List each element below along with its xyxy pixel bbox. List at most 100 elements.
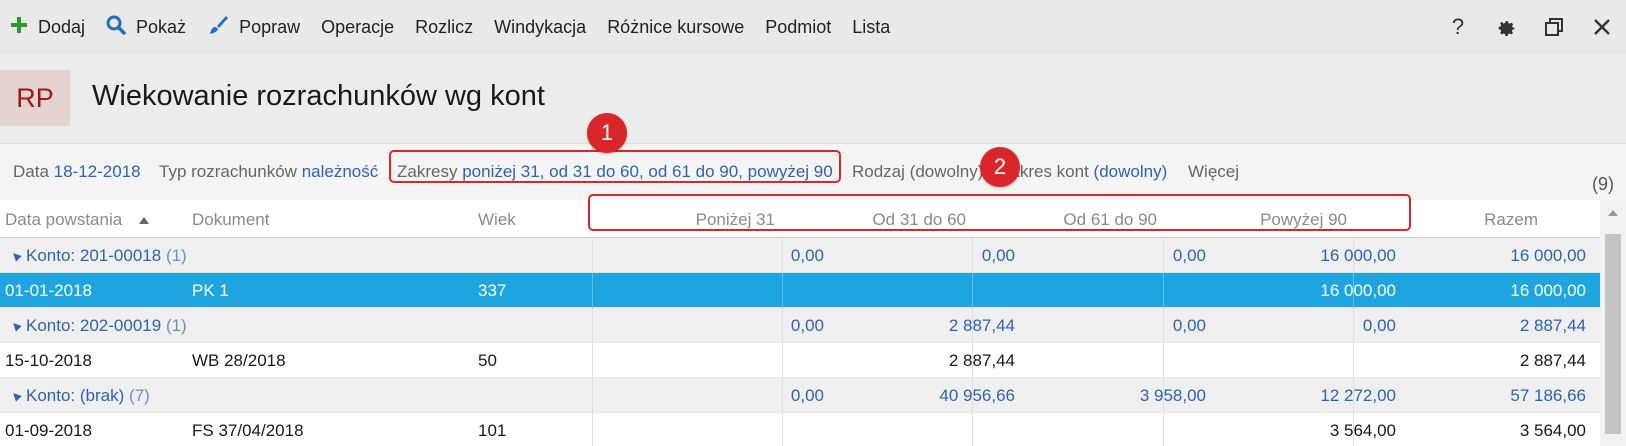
annotation-marker-2: 2: [980, 147, 1020, 187]
filter-settlement-type-value: należność: [301, 162, 379, 181]
group-count: (1): [165, 316, 187, 335]
filter-ranges[interactable]: Zakresy poniżej 31, od 31 do 60, od 61 d…: [397, 162, 833, 182]
column-divider: [592, 308, 593, 343]
group-account-number: 202-00019: [79, 316, 162, 335]
edit-button-label: Popraw: [239, 16, 301, 37]
column-divider: [1163, 343, 1164, 378]
filter-date[interactable]: Data 18-12-2018: [13, 162, 141, 182]
column-divider: [782, 308, 783, 343]
group-row[interactable]: Konto: (brak) (7) 0,00 40 956,66 3 958,00 12…: [0, 378, 1600, 413]
vertical-scrollbar[interactable]: [1600, 200, 1626, 446]
group-row[interactable]: Konto: 202-00019 (1) 0,00 2 887,44 0,00 0,00…: [0, 308, 1600, 343]
table-row[interactable]: 01-09-2018 FS 37/04/2018 101 3 564,00 3 564,…: [0, 413, 1600, 446]
scroll-up-icon[interactable]: [1608, 210, 1618, 216]
col-above-90[interactable]: Powyżej 90: [1260, 210, 1347, 230]
collapse-triangle-icon[interactable]: [10, 250, 22, 262]
filter-settlement-type[interactable]: Typ rozrachunków należność: [159, 162, 378, 182]
cell-p31: 0,00: [790, 246, 824, 265]
col-61-90[interactable]: Od 61 do 90: [1063, 210, 1157, 230]
group-label[interactable]: Konto: 201-00018 (1): [0, 246, 187, 266]
col-age[interactable]: Wiek: [478, 210, 516, 230]
cell-pow90: 16 000,00: [1320, 246, 1396, 265]
page-header: RP Wiekowanie rozrachunków wg kont: [0, 54, 1626, 144]
col-total[interactable]: Razem: [1484, 210, 1538, 230]
collapse-triangle-icon[interactable]: [10, 390, 22, 402]
filter-settlement-type-label: Typ rozrachunków: [159, 162, 297, 181]
col-below-31[interactable]: Poniżej 31: [696, 210, 775, 230]
cell-p90: 3 958,00: [1139, 386, 1206, 405]
cell-date: 15-10-2018: [5, 351, 92, 370]
show-button[interactable]: Pokaż: [106, 0, 186, 54]
filter-date-label: Data: [13, 162, 49, 181]
cell-razem: 3 564,00: [1519, 421, 1586, 440]
search-icon: [106, 15, 126, 40]
group-label[interactable]: Konto: 202-00019 (1): [0, 316, 187, 336]
group-row[interactable]: Konto: 201-00018 (1) 0,00 0,00 0,00 16 000,0…: [0, 238, 1600, 273]
scroll-thumb[interactable]: [1605, 234, 1621, 434]
help-button[interactable]: ?: [1434, 0, 1482, 54]
table-row[interactable]: 15-10-2018 WB 28/2018 50 2 887,44 2 887,44: [0, 343, 1600, 378]
settings-button[interactable]: [1482, 0, 1530, 54]
help-icon: ?: [1451, 14, 1465, 39]
column-divider: [592, 378, 593, 413]
cell-p60: 2 887,44: [948, 316, 1015, 335]
col-date[interactable]: Data powstania: [5, 210, 149, 230]
filter-account-range-value: (dowolny): [1093, 162, 1168, 181]
group-account-caption: Konto:: [26, 316, 76, 335]
sort-ascending-icon: [138, 217, 149, 224]
col-document[interactable]: Dokument: [192, 210, 269, 230]
show-button-label: Pokaż: [136, 16, 187, 37]
cell-p31: 0,00: [790, 316, 824, 335]
column-divider: [782, 343, 783, 378]
collapse-triangle-icon[interactable]: [10, 320, 22, 332]
list-menu[interactable]: Lista: [852, 0, 890, 54]
filter-kind[interactable]: Rodzaj (dowolny): [852, 162, 983, 182]
brush-icon: [207, 14, 229, 41]
column-divider: [782, 238, 783, 273]
group-account-caption: Konto:: [26, 386, 76, 405]
filter-kind-label: Rodzaj: [852, 162, 905, 181]
cell-document: FS 37/04/2018: [192, 421, 304, 440]
filter-date-value: 18-12-2018: [53, 162, 141, 181]
operations-menu[interactable]: Operacje: [321, 0, 394, 54]
annotation-marker-1: 1: [587, 113, 627, 153]
group-count: (1): [165, 246, 187, 265]
settle-menu[interactable]: Rozlicz: [415, 0, 473, 54]
entity-menu[interactable]: Podmiot: [765, 0, 831, 54]
column-divider: [592, 343, 593, 378]
close-button[interactable]: [1578, 0, 1626, 54]
add-button[interactable]: Dodaj: [10, 0, 85, 54]
cell-pow90: 0,00: [1362, 316, 1396, 335]
column-divider: [782, 273, 783, 308]
column-divider: [592, 273, 593, 308]
col-date-label: Data powstania: [5, 210, 123, 229]
column-divider: [592, 238, 593, 273]
filter-ranges-value: poniżej 31, od 31 do 60, od 61 do 90, po…: [462, 162, 833, 181]
cell-pow90: 16 000,00: [1320, 281, 1396, 300]
column-divider: [1163, 308, 1164, 343]
cell-p90: 0,00: [1172, 246, 1206, 265]
collection-menu[interactable]: Windykacja: [494, 0, 586, 54]
cell-pow90: 3 564,00: [1329, 421, 1396, 440]
restore-window-button[interactable]: [1530, 0, 1578, 54]
col-31-60[interactable]: Od 31 do 60: [872, 210, 966, 230]
cell-p60: 40 956,66: [939, 386, 1015, 405]
table-row[interactable]: 01-01-2018 PK 1 337 16 000,00 16 000,00: [0, 273, 1600, 308]
cell-razem: 2 887,44: [1519, 316, 1586, 335]
filter-account-range[interactable]: Zakres kont (dowolny): [1000, 162, 1167, 182]
cell-p90: 0,00: [1172, 316, 1206, 335]
cell-pow90: 12 272,00: [1320, 386, 1396, 405]
cell-document: PK 1: [192, 281, 229, 300]
exchange-differences-menu[interactable]: Różnice kursowe: [607, 0, 744, 54]
restore-window-icon: [1545, 18, 1563, 36]
cell-date: 01-01-2018: [5, 281, 92, 300]
gear-icon: [1498, 21, 1515, 36]
edit-button[interactable]: Popraw: [207, 0, 300, 54]
group-label[interactable]: Konto: (brak) (7): [0, 386, 150, 406]
cell-document: WB 28/2018: [192, 351, 286, 370]
cell-razem: 2 887,44: [1519, 351, 1586, 370]
plus-icon: [10, 16, 28, 39]
cell-p31: 0,00: [790, 386, 824, 405]
filter-more[interactable]: Więcej: [1188, 162, 1239, 182]
column-divider: [1163, 273, 1164, 308]
